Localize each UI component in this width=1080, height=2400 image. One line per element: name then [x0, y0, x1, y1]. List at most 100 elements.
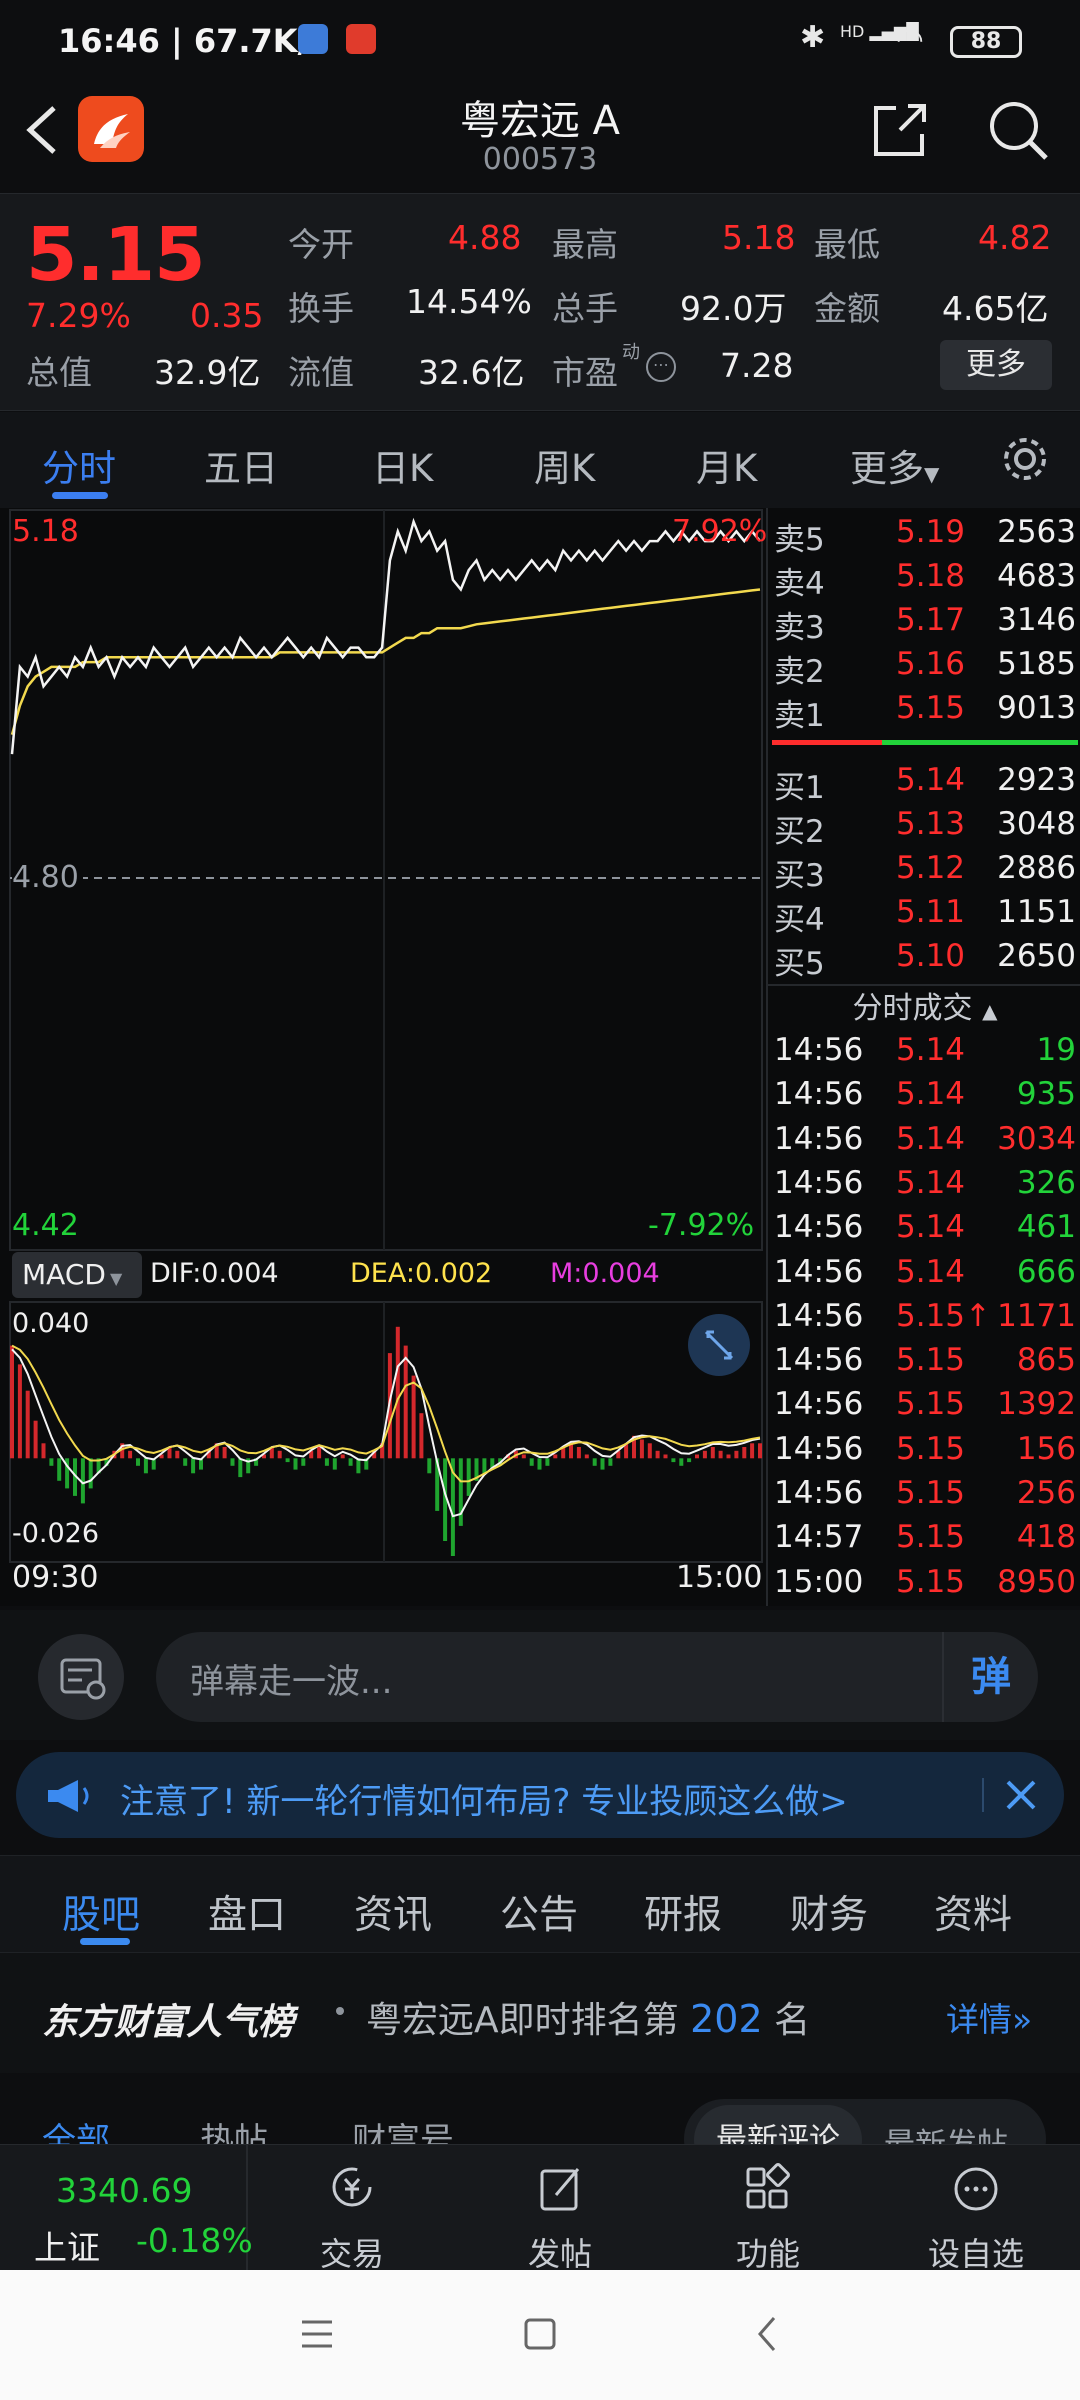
tab-news[interactable]: 资讯 [354, 1884, 432, 1940]
tab-more[interactable]: 更多▼ [850, 438, 939, 492]
sell-order-row: 卖4 5.18 4683 [768, 558, 1080, 602]
rank-prefix: 粤宏远A即时排名第 [366, 2000, 679, 2041]
more-stats-button[interactable]: 更多 [940, 340, 1052, 390]
buy-order-row: 买3 5.12 2886 [768, 850, 1080, 894]
danmu-input[interactable]: 弹幕走一波... 弹 [156, 1632, 1038, 1722]
macd-bar [348, 1458, 353, 1466]
system-back-button[interactable] [752, 2314, 782, 2354]
notice-close-button[interactable] [996, 1770, 1046, 1820]
notice-banner[interactable]: 注意了! 新一轮行情如何布局? 专业投顾这么做> [16, 1752, 1064, 1838]
tab-weekly-k[interactable]: 周K [534, 438, 595, 492]
tick-volume: 865 [1016, 1342, 1076, 1379]
trade-icon [332, 2167, 372, 2207]
macd-bar [238, 1458, 243, 1478]
stat-value-open: 4.88 [448, 218, 522, 257]
stat-label-float-value: 流值 [288, 353, 354, 392]
price-lines [10, 517, 761, 755]
tick-volume: 19 [1036, 1032, 1076, 1068]
filter-hot[interactable]: 热帖 [200, 2113, 268, 2145]
price-axis-top-pct: 7.92% [672, 514, 768, 549]
rank-detail-link[interactable]: 详情» [946, 1993, 1032, 2041]
chart-settings-button[interactable] [1000, 434, 1050, 484]
tick-price: 5.15 [896, 1475, 966, 1511]
nav-add-watchlist[interactable]: 设自选 [876, 2145, 1076, 2273]
home-button[interactable] [522, 2316, 558, 2352]
rank-dot [336, 2007, 344, 2015]
tick-row: 14:56 5.14 461 [768, 1209, 1080, 1253]
nav-functions[interactable]: 功能 [668, 2145, 868, 2273]
tab-pankou[interactable]: 盘口 [208, 1884, 286, 1940]
macd-bar [750, 1443, 755, 1459]
tick-time: 14:56 [774, 1209, 864, 1246]
status-bar: 16:46 | 67.7K/s ✱ HD ▂▄▆█ ◠ 88 [0, 0, 1080, 80]
macd-bar [718, 1450, 723, 1459]
tick-row: 14:56 5.14 19 [768, 1032, 1080, 1076]
tab-five-day[interactable]: 五日 [204, 438, 278, 492]
tab-intraday[interactable]: 分时 [42, 438, 116, 492]
nav-trade-label: 交易 [319, 2235, 384, 2273]
macd-bar [143, 1458, 148, 1474]
order-volume: 2650 [997, 938, 1076, 974]
toutiao-badge-icon [346, 24, 376, 54]
tab-announcement[interactable]: 公告 [500, 1884, 578, 1940]
macd-indicator-select[interactable]: MACD ▼ [12, 1252, 142, 1298]
danmu-toggle-button[interactable] [38, 1634, 124, 1720]
stat-label-amount: 金额 [814, 289, 880, 328]
order-price: 5.19 [896, 514, 966, 550]
tab-research[interactable]: 研报 [644, 1884, 722, 1940]
macd-bar [466, 1458, 471, 1496]
fullscreen-button[interactable] [688, 1314, 750, 1376]
filter-all[interactable]: 全部 [42, 2113, 110, 2145]
pe-dynamic-marker: 动 [622, 342, 640, 363]
macd-bar [332, 1458, 337, 1470]
tick-time: 14:56 [774, 1253, 864, 1290]
tab-finance[interactable]: 财务 [790, 1884, 868, 1940]
settings-badge-icon [298, 24, 328, 54]
tick-price: 5.15 [896, 1430, 966, 1467]
intraday-chart[interactable]: 5.18 7.92% 4.80 4.42 -7.92% MACD ▼ DIF:0.… [0, 508, 768, 1606]
sort-latest-comment[interactable]: 最新评论 [694, 2105, 862, 2145]
order-volume: 1151 [997, 894, 1076, 930]
price-axis-mid: 4.80 [12, 860, 83, 895]
tick-row: 14:56 5.15 1392 [768, 1386, 1080, 1430]
popularity-rank-row[interactable]: 东方财富人气榜 粤宏远A即时排名第 202 名 详情» [0, 1953, 1080, 2073]
pe-info-icon[interactable]: ⋯ [646, 352, 676, 382]
order-volume: 3048 [997, 806, 1076, 842]
ticks-header-label: 分时成交 [852, 991, 973, 1026]
network-label: HD [840, 22, 865, 41]
nav-post[interactable]: 发帖 [460, 2145, 660, 2273]
tab-guba[interactable]: 股吧 [62, 1884, 140, 1940]
index-quote[interactable]: 3340.69 上证 -0.18% [0, 2145, 253, 2271]
nav-trade[interactable]: 交易 [252, 2145, 452, 2273]
tab-monthly-k[interactable]: 月K [696, 438, 757, 492]
stat-value-high: 5.18 [722, 218, 796, 257]
tab-daily-k[interactable]: 日K [372, 438, 433, 492]
index-value: 3340.69 [56, 2171, 193, 2210]
macd-bar [592, 1458, 597, 1466]
macd-bar [41, 1443, 46, 1459]
ticks-header[interactable]: 分时成交 ▲ [768, 984, 1080, 1030]
danmu-send-button[interactable]: 弹 [942, 1632, 1038, 1722]
sell-order-row: 卖3 5.17 3146 [768, 602, 1080, 646]
order-price: 5.16 [896, 646, 966, 682]
macd-bar [529, 1458, 534, 1466]
megaphone-icon [48, 1780, 89, 1812]
order-price: 5.18 [896, 558, 966, 594]
macd-bar [183, 1458, 188, 1466]
danmu-bar: 弹幕走一波... 弹 [0, 1610, 1080, 1740]
macd-bar [25, 1390, 30, 1459]
tick-price: 5.14 [896, 1120, 966, 1157]
filter-caifuhao[interactable]: 财富号 [352, 2113, 454, 2145]
stat-label-low: 最低 [814, 225, 880, 264]
tick-time: 14:56 [774, 1475, 864, 1511]
tick-price: 5.15 [896, 1342, 966, 1379]
tick-price: 5.14 [896, 1209, 966, 1246]
tick-price: 5.15 [896, 1563, 966, 1600]
tab-profile[interactable]: 资料 [934, 1884, 1012, 1940]
sort-latest-post[interactable]: 最新发帖 [884, 2119, 1008, 2145]
sort-latest-comment-label: 最新评论 [716, 2122, 840, 2145]
menu-button[interactable] [298, 2316, 336, 2352]
tick-time: 14:56 [774, 1076, 864, 1113]
order-price: 5.15 [896, 690, 966, 726]
tick-row: 14:56 5.14 326 [768, 1165, 1080, 1209]
